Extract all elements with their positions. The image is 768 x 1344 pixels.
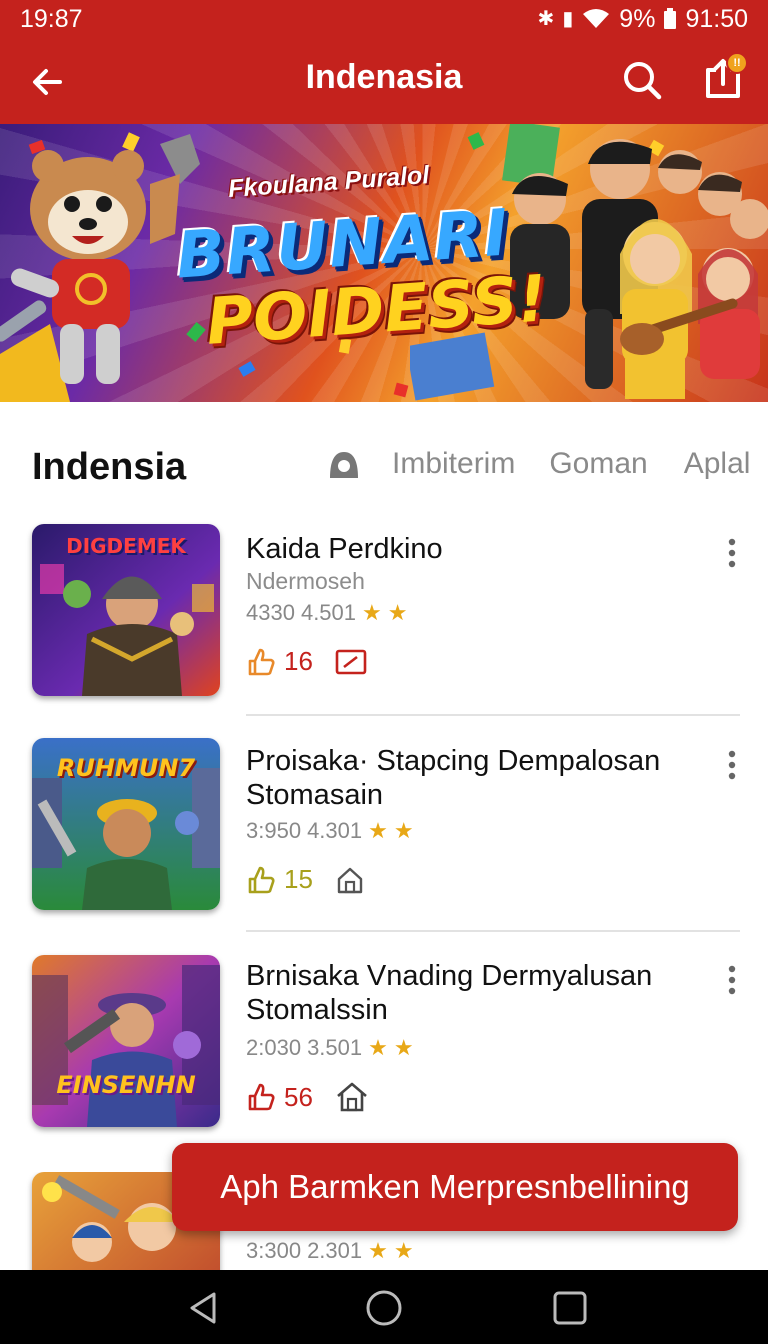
user-icon[interactable] [326,446,362,482]
star-icon: ★ [393,1238,414,1263]
thumbnail-title: DIGDEMEK [66,534,186,558]
game-thumbnail[interactable]: EINSENHN [32,955,220,1127]
thumbnail-art [32,955,220,1127]
status-clock: 91:50 [685,4,748,33]
battery-percent: 9% [619,4,656,33]
share-button[interactable]: !! [700,52,748,102]
more-options-icon[interactable] [720,536,744,570]
item-downloads: 4330 [246,600,295,625]
item-stats: 2:030 3.501 ★ ★ [246,1035,414,1061]
like-count: 56 [284,1081,313,1112]
thumbnail-title: RUHMUN7 [56,754,196,782]
search-icon[interactable] [620,58,664,102]
item-title: Kaida Perdkino [246,533,443,565]
notification-badge: !! [726,52,748,74]
item-title: Brnisaka Vnading Dermyalusan Stomalssin [246,960,653,1026]
item-stats: 3:300 2.301 ★ ★ [246,1238,414,1264]
status-icons: ✱ ▮ 9% 91:50 [538,5,748,34]
lock-icon: ▮ [562,8,574,30]
tab-imbiterim[interactable]: Imbiterim [392,447,515,481]
app-bar: Indenasia !! [0,38,768,124]
nav-home-icon[interactable] [364,1288,404,1328]
system-nav-bar [0,1270,768,1344]
item-rating: 3.501 [307,1035,363,1060]
divider [246,714,740,716]
item-downloads: 2:030 [246,1035,302,1060]
section-title: Indensia [32,446,187,488]
status-time: 19:87 [20,4,83,33]
divider [246,930,740,932]
item-subtitle: Ndermoseh [246,568,365,594]
like-count: 15 [284,864,313,894]
item-rating: 4.301 [307,818,363,843]
star-icon: ★ [387,600,408,625]
star-icon: ★ [393,1035,414,1060]
primary-action-button[interactable]: Aph Barmken Merpresnbellining [172,1143,738,1231]
battery-icon [664,8,677,29]
item-downloads: 3:950 [246,818,302,843]
list-item[interactable]: DIGDEMEK Kaida Perdkino Ndermoseh 4330 4… [0,524,768,716]
item-title: Proisaka· Stapcing Dempalosan Stomasain [246,745,661,811]
like-count: 16 [284,646,313,676]
star-icon: ★ [368,818,388,843]
edit-icon[interactable] [335,648,367,676]
star-icon: ★ [393,818,414,843]
more-options-icon[interactable] [720,963,744,997]
bluetooth-icon: ✱ [537,8,555,30]
category-tabs: Imbiterim Goman Aplal [326,446,750,482]
list-item[interactable]: RUHMUN7 Proisaka· Stapcing Dempalosan St… [0,738,768,932]
list-item[interactable]: EINSENHN Brnisaka Vnading Dermyalusan St… [0,955,768,1135]
game-thumbnail[interactable]: DIGDEMEK [32,524,220,696]
home-icon[interactable] [335,1081,369,1113]
thumbnail-title: EINSENHN [56,1071,196,1099]
more-options-icon[interactable] [720,748,744,782]
like-icon[interactable] [246,647,276,677]
nav-recents-icon[interactable] [550,1288,590,1328]
item-stats: 4330 4.501 ★ ★ [246,600,407,626]
promo-banner[interactable]: Fkoulana Puralol BRUNARI POIDESS! [0,124,768,402]
status-bar: 19:87 ✱ ▮ 9% 91:50 [0,0,768,38]
item-actions: 16 [246,646,367,677]
item-downloads: 3:300 [246,1238,302,1263]
wifi-icon [583,9,610,28]
item-actions: 15 [246,864,365,895]
home-icon[interactable] [335,865,365,895]
item-rating: 2.301 [307,1238,363,1263]
star-icon: ★ [362,600,382,625]
like-icon[interactable] [246,1082,276,1112]
like-icon[interactable] [246,865,276,895]
star-icon: ★ [368,1035,388,1060]
item-rating: 4.501 [300,600,357,625]
nav-back-icon[interactable] [184,1288,224,1328]
item-stats: 3:950 4.301 ★ ★ [246,818,414,844]
game-thumbnail[interactable]: RUHMUN7 [32,738,220,910]
star-icon: ★ [368,1238,388,1263]
tab-goman[interactable]: Goman [549,447,647,481]
tab-aplal[interactable]: Aplal [684,447,751,481]
item-actions: 56 [246,1081,369,1113]
